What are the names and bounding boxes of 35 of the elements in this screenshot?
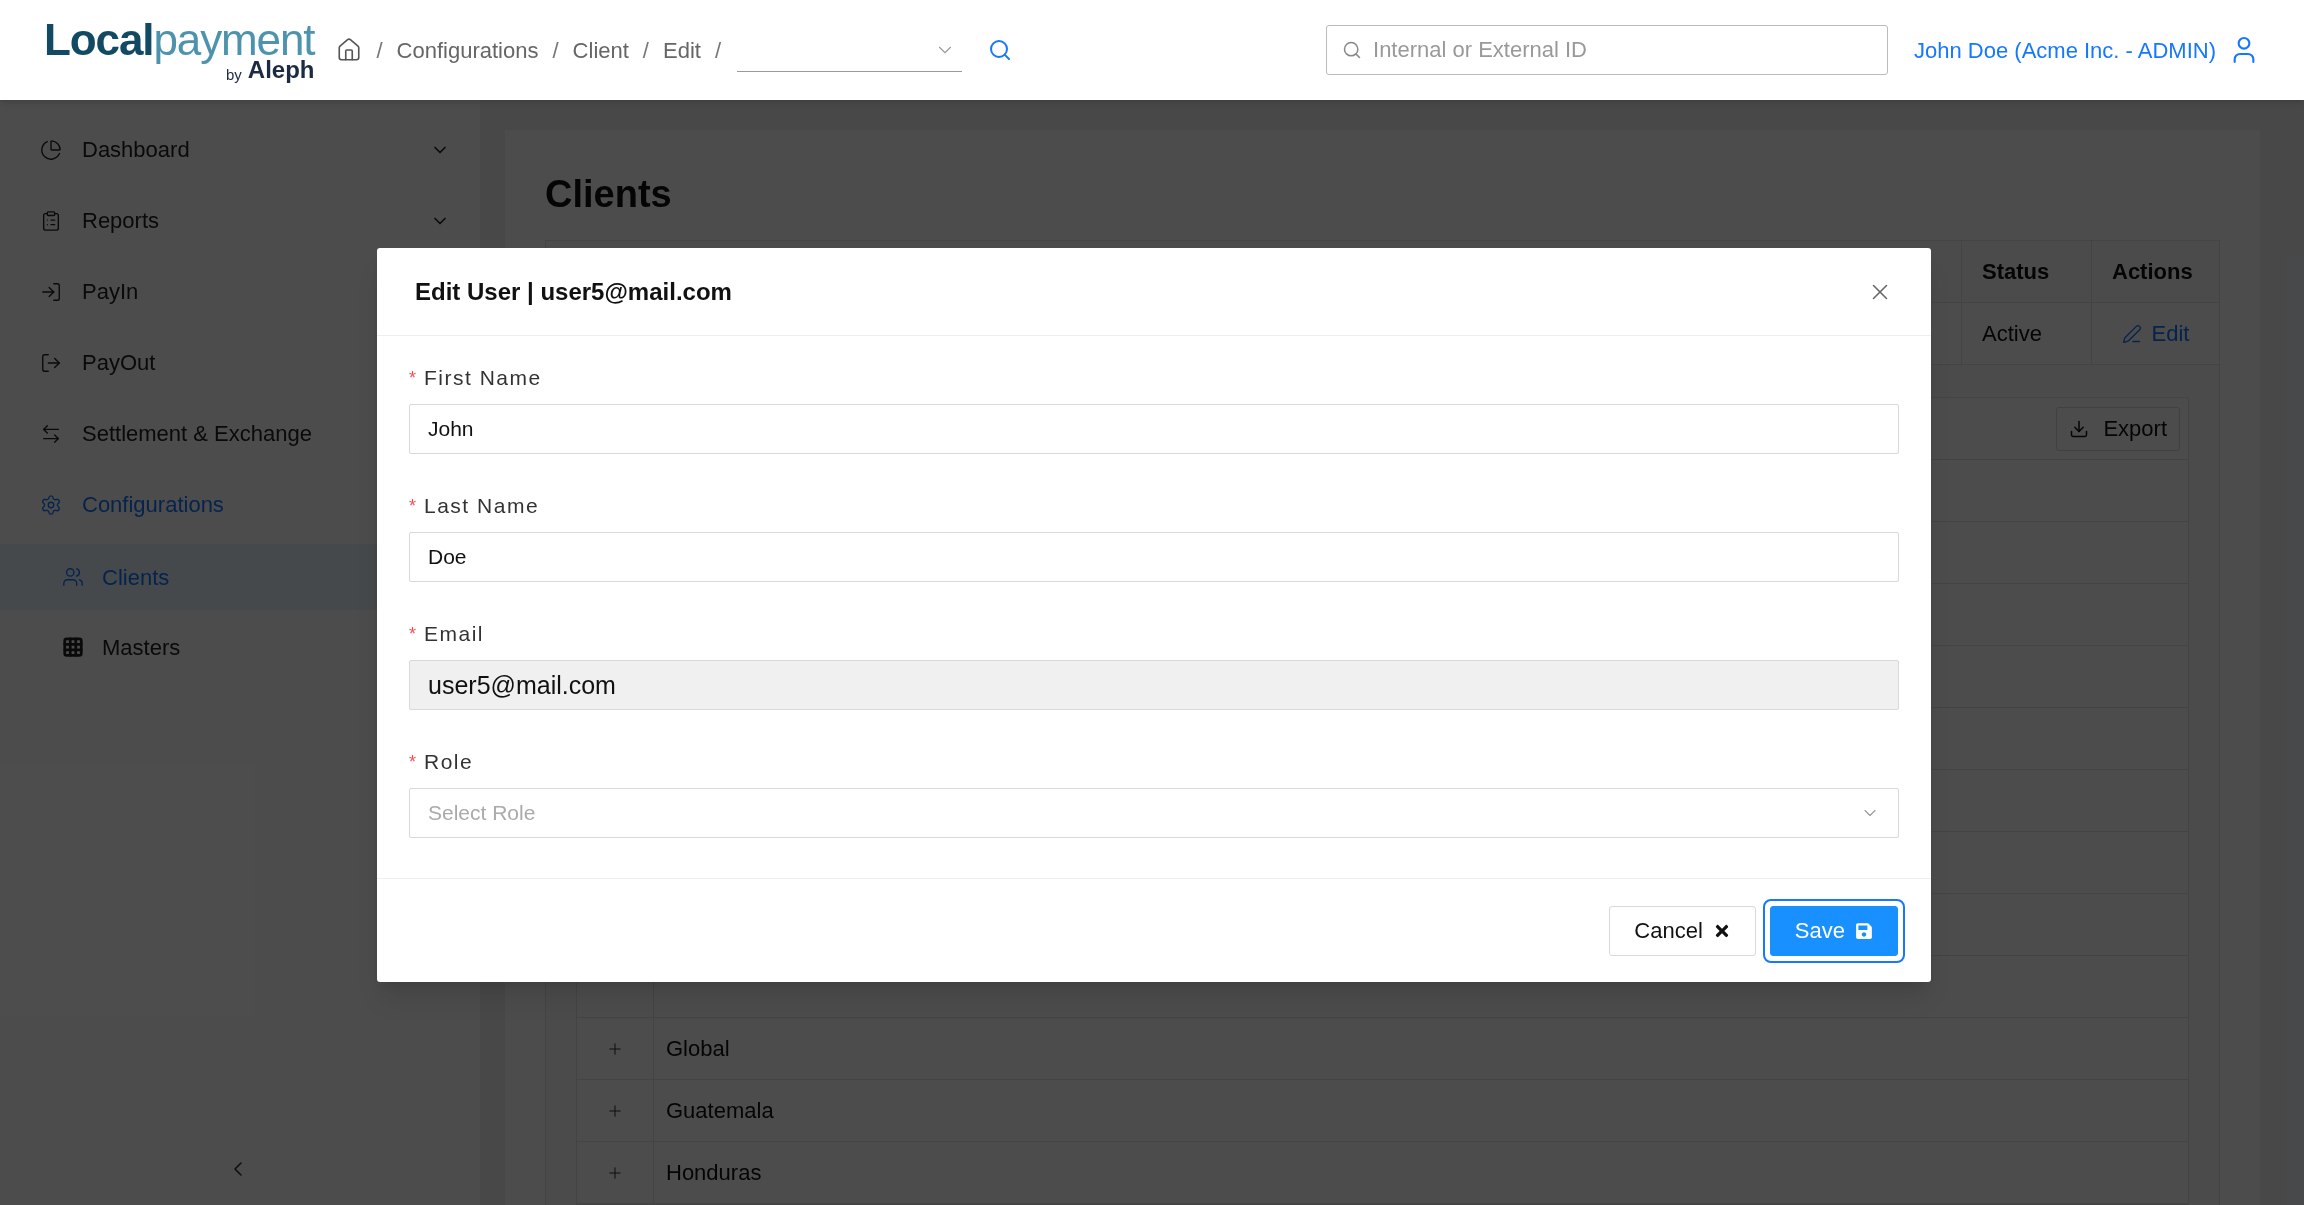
logo-wordmark: Local [44, 18, 154, 62]
breadcrumb-link[interactable]: Edit [663, 33, 701, 67]
field-label: Last Name [424, 493, 540, 520]
breadcrumb-link[interactable]: Client [572, 33, 629, 67]
save-button[interactable]: Save [1769, 905, 1898, 956]
search-icon[interactable] [988, 38, 1013, 62]
table-cell-text: Honduras [666, 1159, 762, 1187]
search-field[interactable]: Internal or External ID [1326, 25, 1888, 75]
field-label: Role [424, 749, 474, 776]
table-cell-text: Global [666, 1035, 730, 1063]
column-header: Status [1982, 258, 2050, 286]
user-name-link[interactable]: John Doe (Acme Inc. - ADMIN) [1914, 33, 2216, 67]
breadcrumb-separator: / [714, 36, 722, 65]
page-title: Clients [545, 172, 673, 217]
table-cell-text: Guatemala [666, 1097, 774, 1125]
home-icon[interactable] [336, 37, 363, 63]
logo-wordmark: payment [153, 18, 315, 62]
breadcrumb-separator: / [552, 36, 559, 65]
breadcrumb-separator: / [642, 36, 649, 65]
breadcrumb-separator: / [376, 36, 383, 65]
search-icon [1342, 40, 1362, 60]
logo-tagline: by [225, 67, 242, 82]
required-mark: * [409, 366, 416, 390]
text-field[interactable]: John [409, 404, 1899, 454]
field-label: Email [424, 621, 485, 648]
table-cell-text: Active [1982, 320, 2042, 348]
required-mark: * [409, 750, 416, 774]
column-header: Actions [2112, 258, 2193, 286]
dialog-title: Edit User | user5@mail.com [415, 276, 732, 307]
cancel-button[interactable]: Cancel [1609, 905, 1756, 956]
required-mark: * [409, 494, 416, 518]
required-mark: * [409, 622, 416, 646]
breadcrumb-link[interactable]: Configurations [396, 33, 539, 67]
text-field[interactable]: Doe [409, 532, 1899, 582]
field-label: First Name [424, 365, 542, 392]
